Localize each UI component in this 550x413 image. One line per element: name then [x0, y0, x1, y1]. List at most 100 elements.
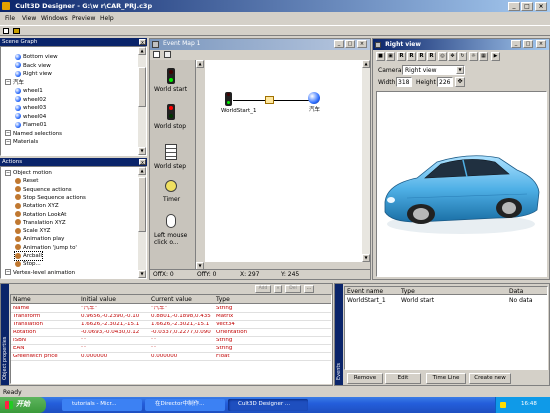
- r-tool-1[interactable]: R: [397, 52, 406, 61]
- tree-item[interactable]: Stop Sequence actions: [15, 194, 86, 202]
- delete-icon[interactable]: [153, 51, 160, 58]
- tree-item[interactable]: Flame01: [15, 121, 47, 129]
- expand-icon[interactable]: −: [5, 130, 11, 136]
- maximize-button[interactable]: □: [521, 2, 533, 11]
- event-map-maximize-button[interactable]: □: [345, 40, 355, 48]
- col-initial[interactable]: Initial value: [81, 297, 116, 303]
- right-view-close-button[interactable]: ×: [536, 40, 546, 48]
- scene-graph-close-button[interactable]: x: [139, 39, 146, 46]
- property-cell[interactable]: 1.6626,-2.3021,-15.1: [151, 322, 209, 328]
- light-icon[interactable]: ☼: [469, 52, 478, 61]
- tree-item[interactable]: Translation XYZ: [15, 219, 66, 227]
- tree-item[interactable]: wheel1: [15, 87, 43, 95]
- property-cell[interactable]: 0.8801,-0.1898,0.435: [151, 314, 211, 320]
- property-cell[interactable]: "汽车": [81, 306, 97, 312]
- 3d-viewport[interactable]: [376, 91, 547, 277]
- zoom-icon[interactable]: ◎: [438, 52, 447, 61]
- property-cell[interactable]: "": [151, 346, 156, 352]
- open-icon[interactable]: [13, 28, 20, 34]
- scene-graph-tree[interactable]: Bottom view Back view Right view − 汽车 wheel1 w…: [0, 46, 147, 156]
- world-step-icon[interactable]: [165, 144, 177, 160]
- tree-item[interactable]: Right view: [15, 70, 52, 78]
- col-current[interactable]: Current value: [151, 297, 192, 303]
- tree-item[interactable]: − Named selections: [5, 130, 62, 138]
- scroll-up-icon[interactable]: ▲: [138, 167, 146, 175]
- tree-item[interactable]: Arcball: [14, 251, 43, 261]
- tree-item[interactable]: Rotation XYZ: [15, 202, 59, 210]
- col-name[interactable]: Name: [13, 297, 31, 303]
- menu-view[interactable]: View: [22, 16, 36, 22]
- tree-item[interactable]: wheel04: [15, 113, 46, 121]
- event-map-close-button[interactable]: ×: [357, 40, 367, 48]
- task-director[interactable]: 在Director中制作...: [145, 399, 225, 411]
- task-tutorials[interactable]: tutorials - Micr...: [62, 399, 142, 411]
- close-button[interactable]: ×: [535, 2, 547, 11]
- right-view-maximize-button[interactable]: □: [523, 40, 533, 48]
- menu-file[interactable]: File: [5, 16, 15, 22]
- tree-item[interactable]: − 汽车: [5, 79, 24, 87]
- fit-icon[interactable]: ▣: [386, 52, 395, 61]
- chevron-down-icon[interactable]: ▼: [456, 66, 464, 74]
- r-tool-2[interactable]: R: [407, 52, 416, 61]
- minimize-button[interactable]: _: [508, 2, 520, 11]
- tree-item[interactable]: Scale XYZ: [15, 227, 50, 235]
- properties-grid[interactable]: Name Initial value Current value Type Na…: [10, 294, 332, 384]
- edit-icon[interactable]: [164, 51, 171, 58]
- scroll-up-icon[interactable]: ▲: [362, 60, 370, 68]
- play-icon[interactable]: ▶: [491, 52, 500, 61]
- browse-property-icon[interactable]: …: [304, 285, 314, 293]
- property-cell[interactable]: "": [81, 338, 86, 344]
- property-row[interactable]: ISBN "" "" String: [11, 337, 331, 345]
- tree-item[interactable]: − Object motion: [5, 169, 52, 177]
- tree-item[interactable]: Animation play: [15, 235, 64, 243]
- property-row[interactable]: Rotation -0.0693,-0.0430,0.12 -0.0337,0.22…: [11, 329, 331, 337]
- scene-graph-scrollbar[interactable]: ▲ ▼: [138, 47, 146, 155]
- property-row[interactable]: Transform 0.9656,-0.2390,-0.10 0.8801,-0.1…: [11, 313, 331, 321]
- r-tool-3[interactable]: R: [417, 52, 426, 61]
- edit-event-button[interactable]: Edit: [385, 373, 421, 384]
- create-new-button[interactable]: Create new: [469, 373, 511, 384]
- property-row[interactable]: EAN "" "" String: [11, 345, 331, 353]
- start-button[interactable]: 开始: [0, 397, 46, 413]
- add-property-button[interactable]: Add: [255, 285, 271, 293]
- tree-item[interactable]: Bottom view: [15, 53, 58, 61]
- pan-icon[interactable]: ✥: [448, 52, 457, 61]
- new-icon[interactable]: [3, 28, 9, 34]
- property-cell[interactable]: "汽车": [151, 306, 167, 312]
- time-line-button[interactable]: Time Line: [426, 373, 466, 384]
- property-cell[interactable]: -0.0337,0.2277,0.090: [151, 330, 211, 336]
- palette-scrollbar[interactable]: ▲ ▼: [196, 60, 204, 270]
- property-cell[interactable]: "": [151, 338, 156, 344]
- car-node-icon[interactable]: [308, 92, 320, 104]
- ime-icon[interactable]: [500, 402, 506, 408]
- col-event-type[interactable]: Type: [401, 289, 415, 295]
- scroll-down-icon[interactable]: ▼: [138, 147, 146, 155]
- scroll-thumb[interactable]: [138, 177, 146, 232]
- tree-item[interactable]: Animation 'jump to': [15, 244, 77, 252]
- col-event-name[interactable]: Event name: [347, 289, 383, 295]
- event-map-canvas[interactable]: WorldStart_1 汽车: [205, 60, 362, 262]
- remove-event-button[interactable]: Remove: [347, 373, 383, 384]
- property-row[interactable]: Translation 1.6626,-2.3021,-15.1 1.6626,-2…: [11, 321, 331, 329]
- canvas-scrollbar[interactable]: ▲ ▼: [362, 60, 370, 262]
- tree-item[interactable]: Rotation LookAt: [15, 211, 66, 219]
- remove-property-icon[interactable]: ×: [274, 285, 282, 293]
- col-type[interactable]: Type: [216, 297, 230, 303]
- scroll-thumb[interactable]: [138, 67, 146, 107]
- height-field[interactable]: 226: [437, 77, 453, 87]
- action-node-icon[interactable]: [265, 96, 274, 104]
- events-list[interactable]: Event name Type Data WorldStart_1 World …: [344, 286, 548, 370]
- tree-item[interactable]: Reset: [15, 177, 38, 185]
- stop-icon[interactable]: ■: [376, 52, 385, 61]
- actions-tree[interactable]: − Object motion Reset Sequence actions Stop …: [0, 166, 147, 279]
- property-cell[interactable]: 0.9656,-0.2390,-0.10: [81, 314, 139, 320]
- expand-icon[interactable]: −: [5, 169, 11, 176]
- property-cell[interactable]: 0.000000: [81, 354, 107, 360]
- col-event-data[interactable]: Data: [509, 289, 523, 295]
- menu-help[interactable]: Help: [100, 16, 114, 22]
- event-row-name[interactable]: WorldStart_1: [347, 298, 386, 304]
- tree-item[interactable]: wheel03: [15, 104, 46, 112]
- tree-item[interactable]: Sequence actions: [15, 186, 72, 194]
- width-field[interactable]: 318: [396, 77, 412, 87]
- timer-icon[interactable]: [165, 180, 177, 192]
